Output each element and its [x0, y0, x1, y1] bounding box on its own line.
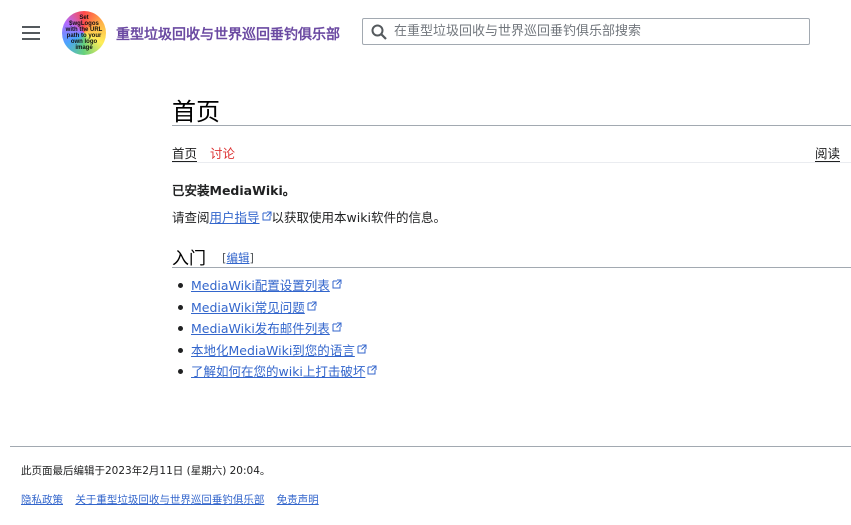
list-item: 了解如何在您的wiki上打击破坏	[178, 361, 377, 383]
tab-talk[interactable]: 讨论	[210, 143, 235, 162]
title-divider	[172, 125, 851, 126]
external-link-icon	[307, 301, 317, 310]
menu-icon-bar	[22, 32, 40, 34]
last-edited-info: 此页面最后编辑于2023年2月11日 (星期六) 20:04。	[21, 465, 271, 477]
installed-message: 已安装MediaWiki。	[172, 183, 296, 198]
main-menu-button[interactable]	[20, 22, 42, 44]
footer-divider	[10, 446, 851, 447]
list-item: MediaWiki发布邮件列表	[178, 318, 377, 340]
localization-link[interactable]: 本地化MediaWiki到您的语言	[191, 343, 355, 358]
bullet-icon	[178, 369, 183, 374]
external-link-icon	[357, 344, 367, 353]
section-edit: [编辑]	[222, 250, 254, 266]
search-box[interactable]	[362, 18, 810, 45]
section-heading: 入门	[172, 249, 206, 269]
getting-started-list: MediaWiki配置设置列表 MediaWiki常见问题 MediaWiki发…	[178, 275, 377, 383]
menu-icon	[22, 26, 40, 28]
tab-read[interactable]: 阅读	[815, 143, 840, 162]
section-edit-link[interactable]: 编辑	[227, 251, 250, 265]
bullet-icon	[178, 283, 183, 288]
user-guide-link[interactable]: 用户指导	[210, 210, 260, 225]
faq-link[interactable]: MediaWiki常见问题	[191, 300, 305, 315]
consult-prefix: 请查阅	[172, 210, 210, 225]
external-link-icon	[332, 279, 342, 289]
consult-paragraph: 请查阅用户指导 以获取使用本wiki软件的信息。	[172, 207, 446, 226]
privacy-policy-link[interactable]: 隐私政策	[21, 494, 63, 506]
consult-suffix: 以获取使用本wiki软件的信息。	[271, 210, 446, 225]
site-name[interactable]: 重型垃圾回收与世界巡回垂钓俱乐部	[116, 24, 340, 44]
bullet-icon	[178, 347, 183, 353]
logo-placeholder-text: Set $wgLogos with the URL path to your o…	[65, 15, 103, 51]
tab-page[interactable]: 首页	[172, 143, 197, 162]
search-icon	[371, 24, 387, 40]
tabs-divider	[172, 162, 851, 163]
page-title: 首页	[172, 98, 220, 126]
config-settings-link[interactable]: MediaWiki配置设置列表	[191, 278, 330, 293]
section-divider	[172, 267, 851, 268]
external-link-icon	[332, 322, 342, 332]
disclaimer-link[interactable]: 免责声明	[277, 494, 319, 506]
bullet-icon	[178, 304, 183, 310]
external-link-icon	[262, 211, 272, 221]
edit-bracket-close: ]	[249, 251, 255, 265]
list-item: 本地化MediaWiki到您的语言	[178, 340, 377, 362]
about-link[interactable]: 关于重型垃圾回收与世界巡回垂钓俱乐部	[75, 494, 264, 506]
footer-links: 隐私政策 关于重型垃圾回收与世界巡回垂钓俱乐部 免责声明	[21, 492, 328, 507]
list-item: MediaWiki配置设置列表	[178, 275, 377, 297]
menu-icon-bar	[22, 38, 40, 40]
list-item: MediaWiki常见问题	[178, 297, 377, 319]
site-logo[interactable]: Set $wgLogos with the URL path to your o…	[62, 11, 106, 55]
mailing-list-link[interactable]: MediaWiki发布邮件列表	[191, 321, 330, 336]
search-input[interactable]	[394, 22, 804, 41]
combat-spam-link[interactable]: 了解如何在您的wiki上打击破坏	[191, 364, 365, 379]
bullet-icon	[178, 326, 183, 331]
external-link-icon	[367, 365, 377, 375]
